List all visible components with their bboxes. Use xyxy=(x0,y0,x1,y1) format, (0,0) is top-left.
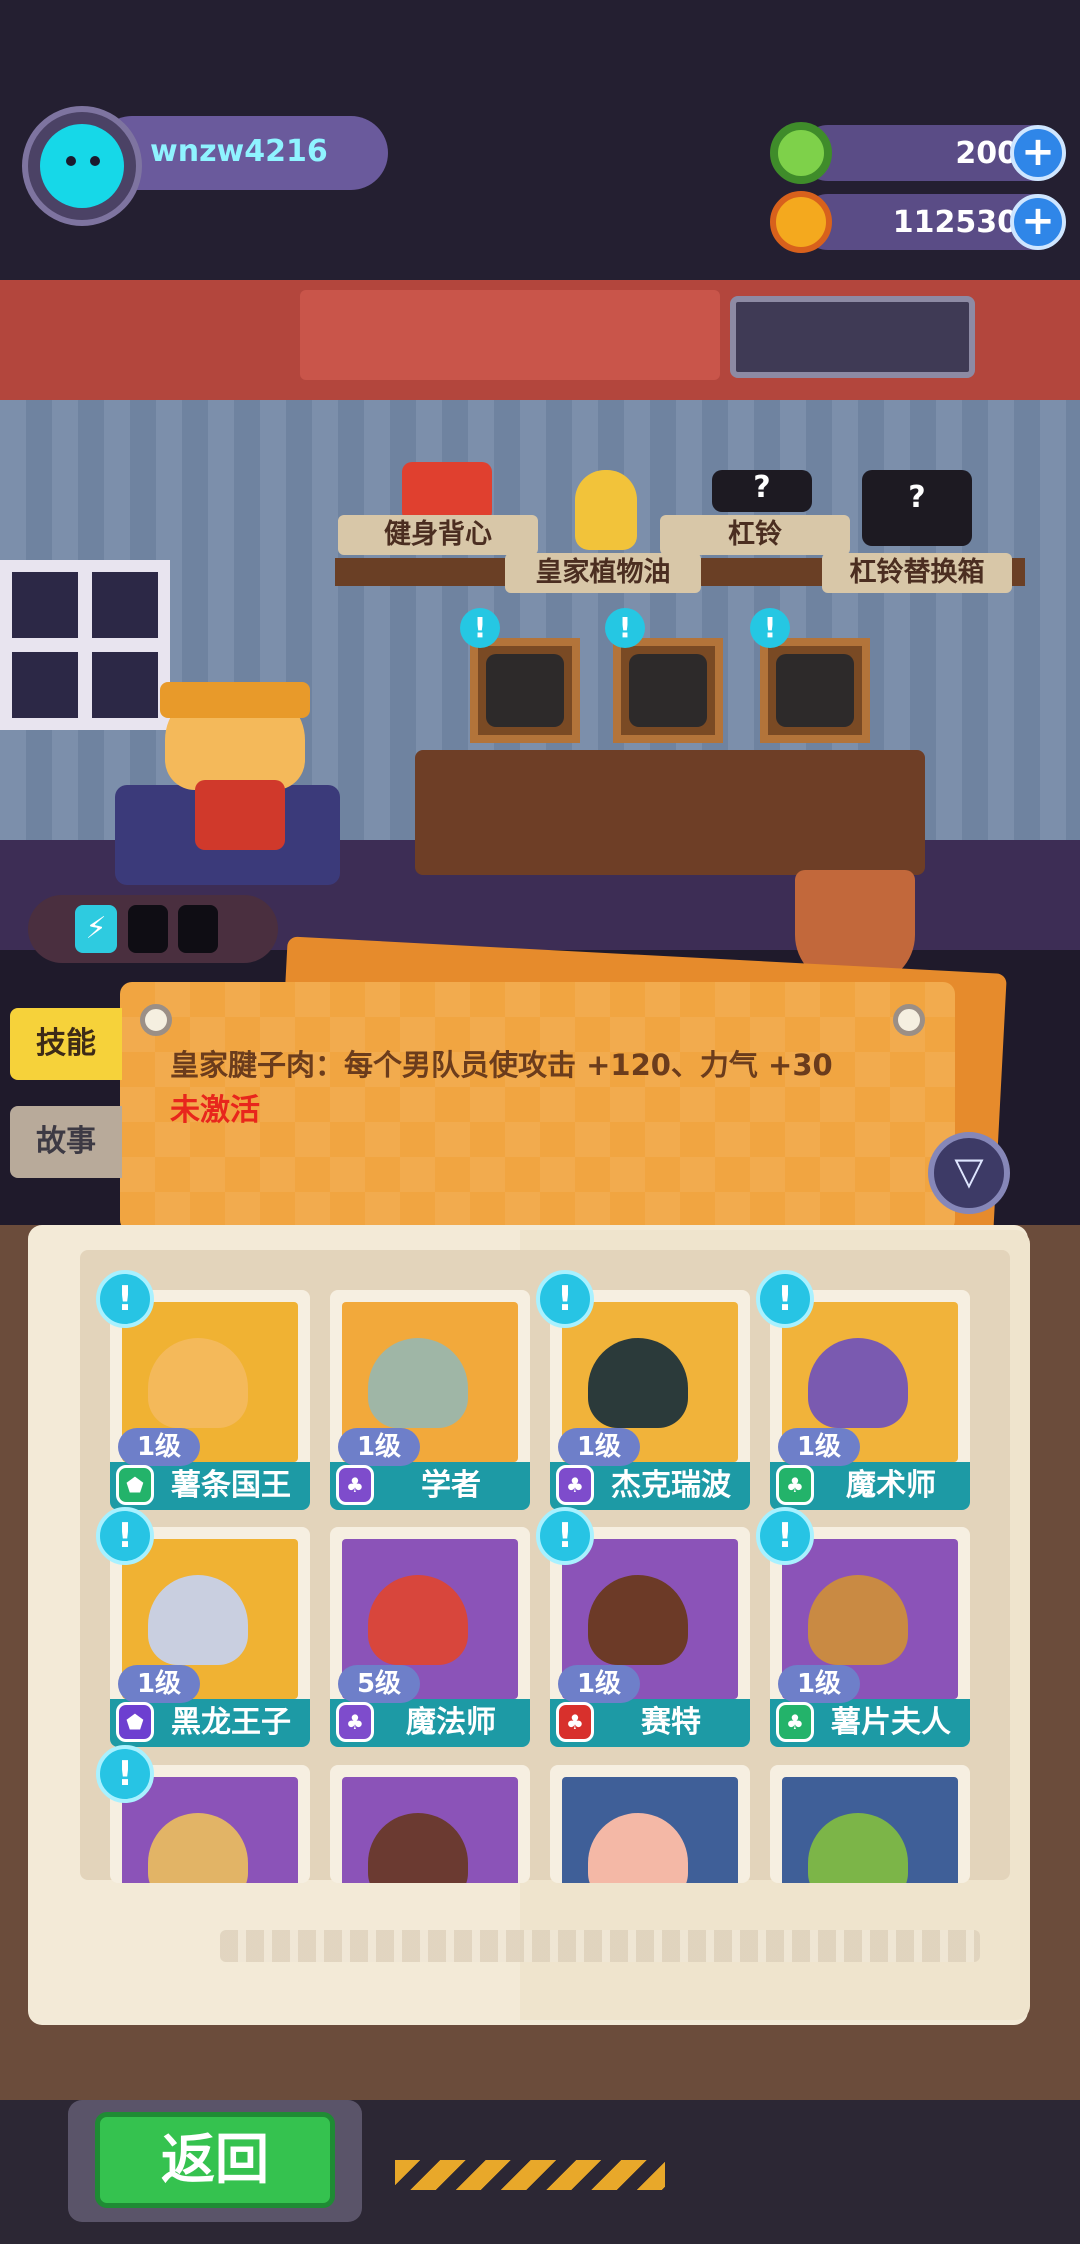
alert-icon: ! xyxy=(96,1745,154,1803)
back-button[interactable]: 返回 xyxy=(95,2112,335,2208)
page-footer-text xyxy=(220,1930,980,1962)
photo-frame-3[interactable] xyxy=(760,638,870,743)
tab-story[interactable]: 故事 xyxy=(10,1106,122,1178)
cat-face-icon[interactable] xyxy=(40,124,124,208)
shield-icon: ⬟ xyxy=(116,1702,154,1742)
filter-button[interactable]: ▽ xyxy=(928,1132,1010,1214)
shelf-label-tank-top: 健身背心 xyxy=(338,515,538,555)
alert-icon: ! xyxy=(750,608,790,648)
leaf-icon: ♣ xyxy=(336,1465,374,1505)
character-level: 1级 xyxy=(558,1428,640,1466)
donut-icon xyxy=(770,122,832,184)
character-name: 赛特 xyxy=(641,1705,701,1740)
pin-icon xyxy=(893,1004,925,1036)
alert-icon: ! xyxy=(536,1507,594,1565)
leaf-icon: ♣ xyxy=(556,1465,594,1505)
crown-icon xyxy=(160,682,310,718)
character-name: 学者 xyxy=(421,1468,481,1503)
room-window xyxy=(0,560,170,730)
alert-icon: ! xyxy=(756,1507,814,1565)
hazard-stripe xyxy=(395,2160,665,2190)
character-level: 1级 xyxy=(778,1665,860,1703)
character-face xyxy=(588,1338,688,1428)
character-name: 薯条国王 xyxy=(171,1468,291,1503)
energy-slot-empty xyxy=(178,905,218,953)
character-name: 魔术师 xyxy=(846,1468,936,1503)
shelf-label-barbell: 杠铃 xyxy=(660,515,850,555)
player-name: wnzw4216 xyxy=(150,134,328,169)
character-face xyxy=(588,1575,688,1665)
alert-icon: ! xyxy=(605,608,645,648)
character-card[interactable] xyxy=(550,1765,750,1883)
character-name: 魔法师 xyxy=(406,1705,496,1740)
add-donut-button[interactable]: + xyxy=(1010,125,1066,181)
plant-oil-item[interactable] xyxy=(575,470,637,550)
character-face xyxy=(808,1575,908,1665)
king-body xyxy=(195,780,285,850)
character-level: 1级 xyxy=(338,1428,420,1466)
character-card[interactable]: 学者 1级 ♣ xyxy=(330,1290,530,1510)
character-face xyxy=(148,1338,248,1428)
tab-skill[interactable]: 技能 xyxy=(10,1008,122,1080)
character-level: 1级 xyxy=(558,1665,640,1703)
add-coin-button[interactable]: + xyxy=(1010,194,1066,250)
donut-count: 200 xyxy=(955,136,1018,171)
tank-top-item[interactable] xyxy=(402,462,492,522)
character-level: 1级 xyxy=(778,1428,860,1466)
character-face xyxy=(808,1338,908,1428)
shelf-label-barbell-box: 杠铃替换箱 xyxy=(822,553,1012,593)
energy-slot-empty xyxy=(128,905,168,953)
alert-icon: ! xyxy=(536,1270,594,1328)
alert-icon: ! xyxy=(96,1507,154,1565)
character-card[interactable] xyxy=(330,1765,530,1883)
character-level: 5级 xyxy=(338,1665,420,1703)
shelf-machine xyxy=(300,290,720,380)
skill-status: 未激活 xyxy=(170,1093,260,1128)
shield-icon: ⬟ xyxy=(116,1465,154,1505)
ghost-display-box xyxy=(730,296,975,378)
photo-frame-2[interactable] xyxy=(613,638,723,743)
alert-icon: ! xyxy=(96,1270,154,1328)
character-face xyxy=(368,1338,468,1428)
planet-coin-icon xyxy=(770,191,832,253)
skill-description: 皇家腱子肉：每个男队员使攻击 +120、力气 +30 xyxy=(170,1048,833,1082)
lightning-icon: ⚡ xyxy=(75,905,117,953)
character-name: 杰克瑞波 xyxy=(611,1468,731,1503)
leaf-icon: ♣ xyxy=(776,1465,814,1505)
desk xyxy=(415,750,925,875)
pin-icon xyxy=(140,1004,172,1036)
leaf-icon: ♣ xyxy=(336,1702,374,1742)
barbell-box-item-unknown[interactable]: ? xyxy=(862,470,972,546)
character-face xyxy=(148,1575,248,1665)
barbell-item-unknown[interactable]: ? xyxy=(712,470,812,512)
alert-icon: ! xyxy=(460,608,500,648)
character-card[interactable] xyxy=(770,1765,970,1883)
character-name: 黑龙王子 xyxy=(171,1705,291,1740)
character-name: 薯片夫人 xyxy=(831,1705,951,1740)
photo-frame-1[interactable] xyxy=(470,638,580,743)
leaf-icon: ♣ xyxy=(556,1702,594,1742)
character-face xyxy=(368,1575,468,1665)
alert-icon: ! xyxy=(756,1270,814,1328)
shelf-label-plant-oil: 皇家植物油 xyxy=(505,553,701,593)
character-level: 1级 xyxy=(118,1428,200,1466)
character-level: 1级 xyxy=(118,1665,200,1703)
coin-count: 112530 xyxy=(892,205,1018,240)
leaf-icon: ♣ xyxy=(776,1702,814,1742)
character-card[interactable]: 魔法师 5级 ♣ xyxy=(330,1527,530,1747)
